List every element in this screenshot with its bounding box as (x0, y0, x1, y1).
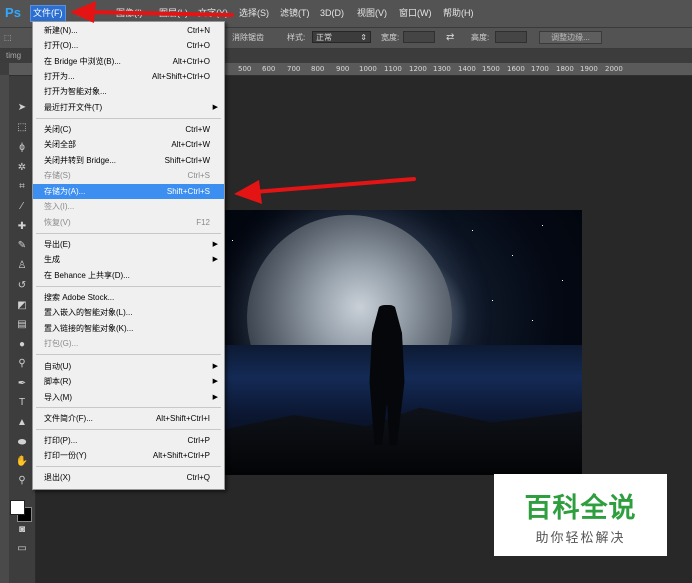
watermark-badge: 百科全说 助你轻松解决 (494, 474, 667, 556)
watermark-subtitle: 助你轻松解决 (535, 531, 626, 546)
annotation-arrow-file-menu (70, 1, 234, 23)
watermark-title: 百科全说 (524, 493, 637, 524)
annotation-arrow-save-as (234, 177, 416, 204)
